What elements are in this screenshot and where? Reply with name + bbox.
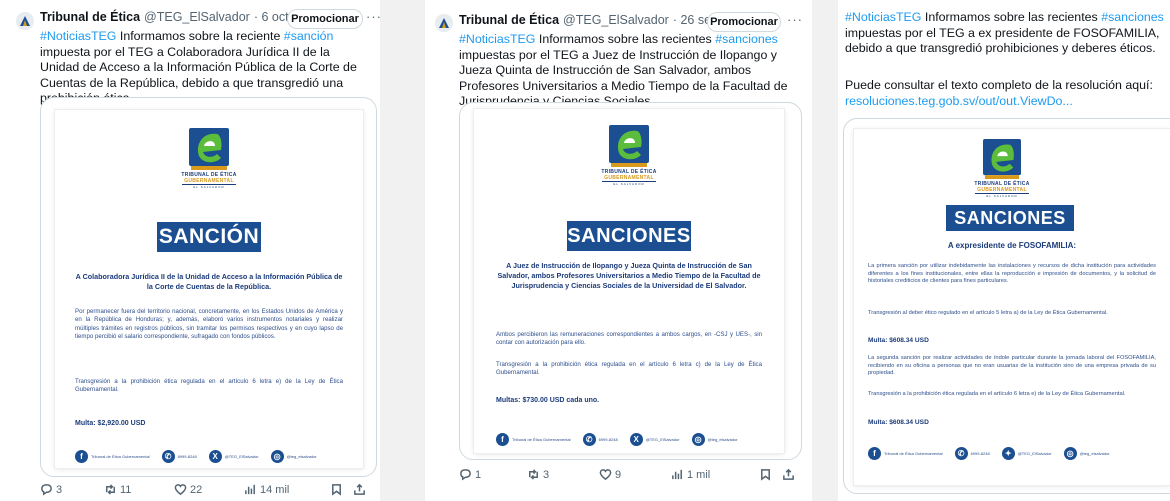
share-button[interactable] [353,483,366,496]
hashtag-link[interactable]: #NoticiasTEG [459,32,535,46]
tweet-actions: 3 11 22 14 mil [40,483,370,496]
share-icon [354,483,365,495]
doc-paragraph: Transgresión a la prohibición ética regu… [868,391,1126,397]
views-button[interactable]: 1 mil [671,468,753,481]
heart-icon [599,469,612,481]
tweet-text: #NoticiasTEG Informamos sobre la recient… [40,29,357,105]
author-name[interactable]: Tribunal de Ética [459,13,559,27]
more-options-icon[interactable]: ··· [787,12,803,27]
retweet-button[interactable]: 11 [104,483,168,496]
teg-logo: TRIBUNAL DE ÉTICA GUBERNAMENTAL EL SALVA… [175,128,243,189]
doc-heading: A Juez de Instrucción de Ilopango y Juez… [497,261,761,290]
doc-heading: A expresidente de FOSOFAMILIA: [947,241,1077,250]
author-handle[interactable]: @TEG_ElSalvador [144,10,250,24]
doc-footer: f Tribunal de Ética Gubernamental ✆ 6999-8… [868,447,1122,460]
instagram-icon: ◎ [270,450,284,463]
reply-icon [460,469,471,481]
author-handle[interactable]: @TEG_ElSalvador [563,13,669,27]
teg-logo-icon [983,139,1021,179]
like-button[interactable]: 22 [174,483,238,496]
doc-paragraph: Transgresión a la prohibición ética regu… [75,378,343,394]
hashtag-link[interactable]: #sanciones [715,32,778,46]
whatsapp-icon: ✆ [954,447,968,460]
like-button[interactable]: 9 [599,468,665,481]
tweet-panel-3: #NoticiasTEG Informamos sobre las recien… [838,0,1170,501]
teg-logo-icon [609,125,649,167]
doc-fine: Multas: $730.00 USD cada uno. [496,397,600,404]
tweet-text: #NoticiasTEG Informamos sobre las recien… [845,10,1164,55]
doc-paragraph: Transgresión a la prohibición ética regu… [496,361,762,377]
hashtag-link[interactable]: #NoticiasTEG [40,29,116,43]
doc-fine: Multa: $608.34 USD [868,419,929,426]
doc-footer: f Tribunal de Ética Gubernamental ✆ 6999-8… [75,450,329,463]
instagram-icon: ◎ [1063,447,1077,460]
facebook-icon: f [75,450,88,463]
teg-logo: TRIBUNAL DE ÉTICA GUBERNAMENTAL EL SALVA… [968,139,1036,198]
bookmark-icon [332,484,341,496]
sanction-document-image: TRIBUNAL DE ÉTICA GUBERNAMENTAL EL SALVA… [474,109,784,453]
retweet-button[interactable]: 3 [527,468,593,481]
gap-2 [812,0,838,501]
doc-paragraph: Ambos percibieron las remuneraciones cor… [496,331,762,347]
heart-icon [174,484,187,496]
avatar[interactable] [435,14,453,32]
media-card[interactable]: TRIBUNAL DE ÉTICA GUBERNAMENTAL EL SALVA… [459,102,802,460]
doc-title: SANCIÓN [157,222,261,252]
hashtag-link[interactable]: #sanciones [1101,10,1164,24]
doc-paragraph: La primera sanción por utilizar indebida… [868,263,1156,285]
teg-logo-icon [189,128,229,170]
doc-paragraph: Por permanecer fuera del territorio naci… [75,308,343,341]
hashtag-link[interactable]: #NoticiasTEG [845,10,921,24]
tweet-text: #NoticiasTEG Informamos sobre las recien… [459,32,788,108]
views-button[interactable]: 14 mil [244,483,324,496]
avatar[interactable] [16,12,34,30]
doc-paragraph: La segunda sanción por realizar activida… [868,355,1156,377]
doc-paragraph: Transgresión al deber ético regulado en … [868,310,1108,316]
facebook-icon: f [868,447,881,460]
reply-button[interactable]: 1 [459,468,521,481]
more-options-icon[interactable]: ··· [366,9,380,24]
promote-button[interactable]: Promocionar [287,9,363,29]
retweet-icon [106,484,115,495]
promote-button[interactable]: Promocionar [707,12,781,32]
tweet-panel-2: Tribunal de Ética @TEG_ElSalvador · 26 s… [424,0,812,501]
author-name[interactable]: Tribunal de Ética [40,10,140,24]
sanction-document-image: TRIBUNAL DE ÉTICA GUBERNAMENTAL EL SALVA… [854,129,1170,485]
doc-fine: Multa: $2,920.00 USD [75,420,146,427]
views-icon [672,469,682,480]
media-card[interactable]: TRIBUNAL DE ÉTICA GUBERNAMENTAL EL SALVA… [40,97,377,477]
sanction-document-image: TRIBUNAL DE ÉTICA GUBERNAMENTAL EL SALVA… [55,110,363,468]
doc-title: SANCIONES [946,205,1074,231]
x-logo-icon: X [629,433,643,446]
tweet-actions: 1 3 9 1 mil [459,468,799,481]
hashtag-link[interactable]: #sanción [284,29,334,43]
tweet-header: Tribunal de Ética @TEG_ElSalvador · 6 oc… [40,10,323,24]
doc-heading: A Colaboradora Jurídica II de la Unidad … [75,272,343,291]
doc-footer: f Tribunal de Ética Gubernamental ✆ 6999-8… [496,433,750,446]
x-logo-icon: X [208,450,222,463]
whatsapp-icon: ✆ [161,450,175,463]
instagram-icon: ◎ [691,433,705,446]
share-icon [783,468,794,480]
views-icon [245,484,255,495]
bookmark-button[interactable] [330,483,343,496]
resolution-link[interactable]: resoluciones.teg.gob.sv/out/out.ViewDo..… [845,94,1073,108]
facebook-icon: f [496,433,509,446]
media-card[interactable]: TRIBUNAL DE ÉTICA GUBERNAMENTAL EL SALVA… [843,118,1170,494]
share-button[interactable] [782,468,795,481]
tweet-panel-1: Tribunal de Ética @TEG_ElSalvador · 6 oc… [0,0,380,501]
reply-icon [41,484,52,496]
gap-1 [380,0,424,501]
reply-button[interactable]: 3 [40,483,98,496]
bookmark-icon [761,469,770,481]
doc-fine: Multa: $608.34 USD [868,337,929,344]
bookmark-button[interactable] [759,468,772,481]
tweet-text-link-line: Puede consultar el texto completo de la … [845,78,1153,108]
twitter-bird-icon: ✦ [1001,447,1015,460]
whatsapp-icon: ✆ [582,433,596,446]
retweet-icon [529,469,538,480]
doc-title: SANCIONES [567,221,691,251]
teg-logo: TRIBUNAL DE ÉTICA GUBERNAMENTAL EL SALVA… [595,125,663,186]
